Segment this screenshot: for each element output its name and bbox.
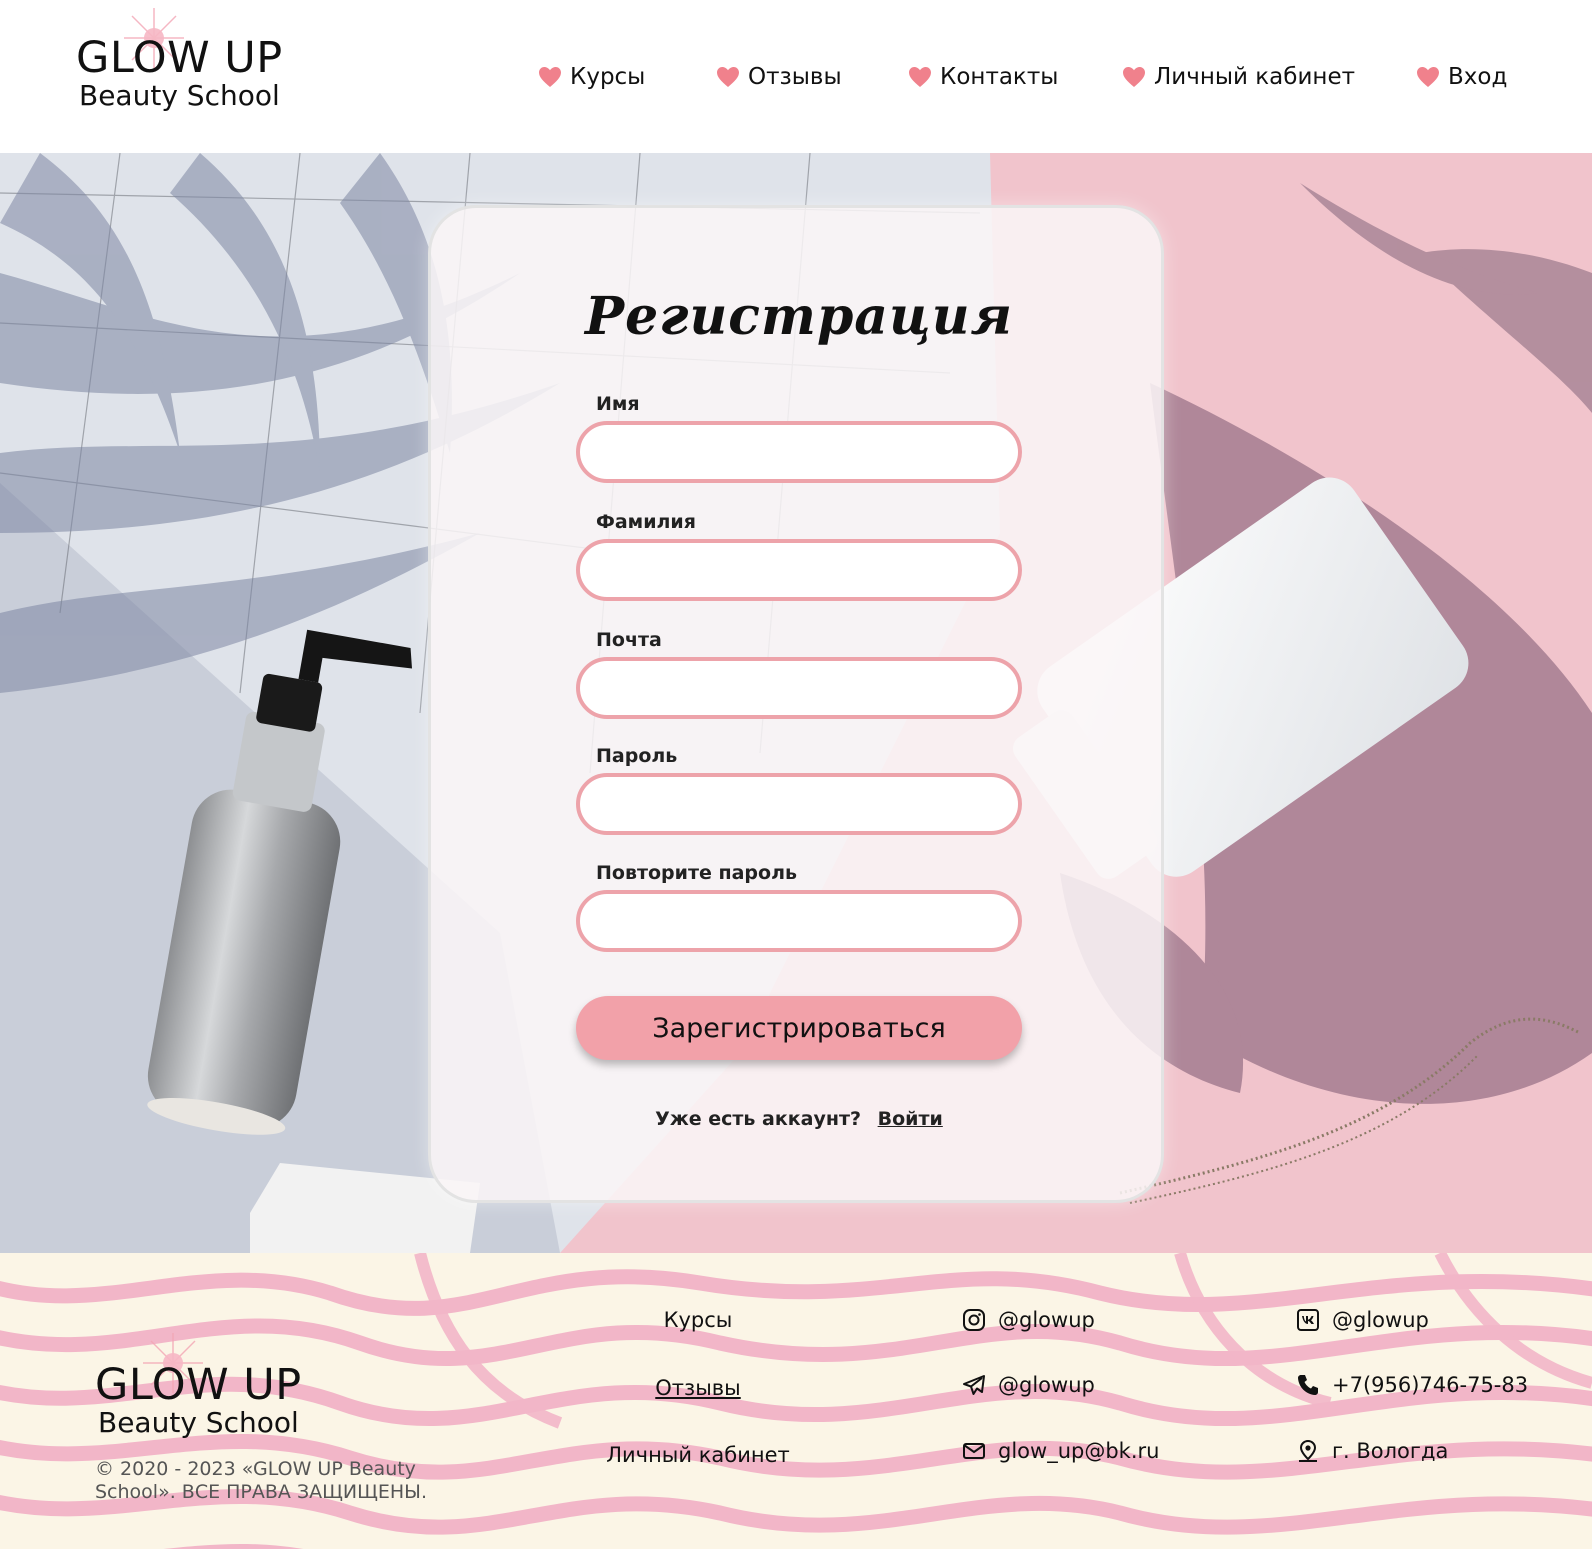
heart-icon <box>717 67 739 87</box>
register-button[interactable]: Зарегистрироваться <box>576 996 1022 1060</box>
contact-text: @glowup <box>998 1373 1095 1397</box>
nav-item-account[interactable]: Личный кабинет <box>1122 64 1355 90</box>
password-input[interactable] <box>576 773 1022 835</box>
contact-location[interactable]: г. Вологда <box>1296 1439 1448 1463</box>
contact-text: г. Вологда <box>1332 1439 1449 1463</box>
nav-item-label: Контакты <box>940 64 1059 90</box>
heart-icon <box>539 67 561 87</box>
logo-subtitle: Beauty School <box>98 1406 299 1439</box>
contact-text: @glowup <box>1332 1308 1429 1332</box>
nav-item-contacts[interactable]: Контакты <box>908 64 1058 90</box>
logo-title: GLOW UP <box>95 1360 302 1410</box>
nav-item-label: Вход <box>1448 64 1508 90</box>
form-title: Регистрация <box>585 286 1013 347</box>
nav-item-label: Отзывы <box>748 64 842 90</box>
mail-icon <box>963 1443 985 1459</box>
registration-card: Регистрация Имя Фамилия Почта Пароль Пов… <box>428 205 1164 1203</box>
contact-text: @glowup <box>998 1308 1095 1332</box>
contact-instagram[interactable]: @glowup <box>962 1308 1095 1332</box>
contact-email[interactable]: glow_up@bk.ru <box>962 1439 1159 1463</box>
hero-section: Регистрация Имя Фамилия Почта Пароль Пов… <box>0 153 1592 1253</box>
field-label-password: Пароль <box>596 745 678 767</box>
contact-phone[interactable]: +7(956)746-75-83 <box>1296 1373 1528 1397</box>
nav-item-label: Курсы <box>570 64 646 90</box>
footer-logo[interactable]: GLOW UP Beauty School <box>95 1333 302 1439</box>
contact-text: glow_up@bk.ru <box>998 1439 1160 1463</box>
nav-item-courses[interactable]: Курсы <box>538 64 645 90</box>
contact-telegram[interactable]: @glowup <box>962 1373 1095 1397</box>
field-label-email: Почта <box>596 629 662 651</box>
nav-item-label: Личный кабинет <box>1154 64 1355 90</box>
last-name-input[interactable] <box>576 539 1022 601</box>
footer-link-reviews[interactable]: Отзывы <box>568 1376 828 1400</box>
email-input[interactable] <box>576 657 1022 719</box>
heart-icon <box>909 67 931 87</box>
have-account-text: Уже есть аккаунт? <box>655 1108 861 1130</box>
field-label-first-name: Имя <box>596 393 640 415</box>
field-label-repeat-password: Повторите пароль <box>596 862 798 884</box>
contact-text: +7(956)746-75-83 <box>1332 1373 1529 1397</box>
site-footer: GLOW UP Beauty School © 2020 - 2023 «GLO… <box>0 1253 1592 1549</box>
repeat-password-input[interactable] <box>576 890 1022 952</box>
footer-link-courses[interactable]: Курсы <box>568 1308 828 1332</box>
field-label-last-name: Фамилия <box>596 511 696 533</box>
login-link[interactable]: Войти <box>878 1108 943 1130</box>
footer-link-account[interactable]: Личный кабинет <box>568 1443 828 1467</box>
heart-icon <box>1123 67 1145 87</box>
vk-icon <box>1297 1309 1319 1331</box>
nav-item-reviews[interactable]: Отзывы <box>716 64 842 90</box>
nav-item-login[interactable]: Вход <box>1416 64 1507 90</box>
telegram-icon <box>963 1375 985 1395</box>
contact-vk[interactable]: @glowup <box>1296 1308 1429 1332</box>
first-name-input[interactable] <box>576 421 1022 483</box>
location-icon <box>1299 1439 1317 1462</box>
copyright-text: © 2020 - 2023 «GLOW UP Beauty School». В… <box>95 1458 427 1503</box>
instagram-icon <box>963 1309 985 1331</box>
main-nav: Курсы Отзывы Контакты Личный кабинет Вхо… <box>0 64 1592 98</box>
site-header: GLOW UP Beauty School Курсы Отзывы Конта… <box>0 0 1592 153</box>
heart-icon <box>1417 67 1439 87</box>
phone-icon <box>1298 1375 1318 1395</box>
login-prompt: Уже есть аккаунт? Войти <box>431 1108 1167 1130</box>
